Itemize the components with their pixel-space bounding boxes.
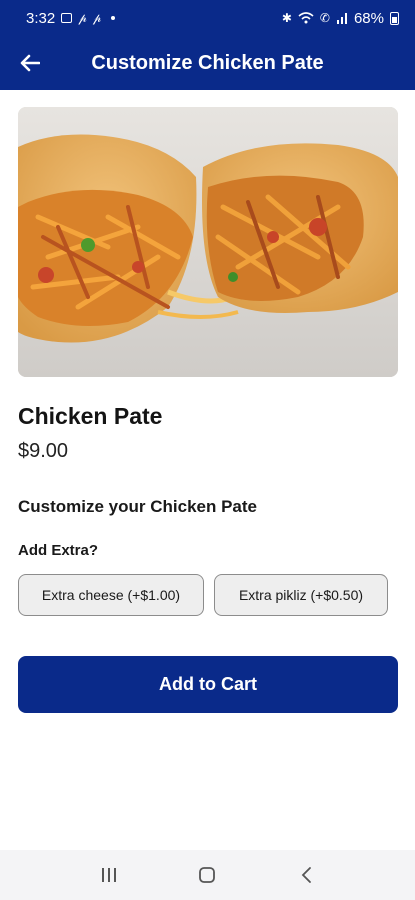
- status-bar: 3:32 𝓅 𝓅 ✱ ✆ 68%: [0, 0, 415, 36]
- pinterest-icon: 𝓅: [92, 11, 102, 25]
- notification-dot-icon: [111, 16, 116, 20]
- product-image: [18, 107, 398, 377]
- extra-pikliz-option[interactable]: Extra pikliz (+$0.50): [214, 574, 388, 616]
- system-nav-bar: [0, 850, 415, 900]
- add-extra-label: Add Extra?: [18, 542, 99, 559]
- pinterest-icon: 𝓅: [78, 11, 87, 25]
- gallery-icon: [61, 13, 73, 23]
- app-bar: Customize Chicken Pate: [0, 36, 415, 90]
- back-icon: [301, 867, 311, 883]
- system-back-button[interactable]: [286, 855, 326, 895]
- extra-cheese-option[interactable]: Extra cheese (+$1.00): [18, 574, 204, 616]
- customize-heading: Customize your Chicken Pate: [18, 497, 258, 516]
- status-left: 3:32 𝓅 𝓅: [26, 9, 116, 27]
- product-name: Chicken Pate: [18, 403, 163, 429]
- page-title: Customize Chicken Pate: [91, 51, 324, 74]
- recent-apps-icon: [102, 868, 117, 882]
- bluetooth-icon: ✱: [281, 11, 292, 25]
- product-price: $9.00: [18, 440, 69, 462]
- add-to-cart-button[interactable]: Add to Cart: [18, 656, 398, 713]
- status-right: ✱ ✆ 68%: [282, 10, 399, 27]
- battery-icon: [390, 11, 399, 25]
- status-time: 3:32: [26, 9, 56, 27]
- extra-options: Extra cheese (+$1.00) Extra pikliz (+$0.…: [18, 574, 388, 616]
- back-button[interactable]: [0, 36, 60, 90]
- home-icon: [199, 867, 216, 883]
- wifi-icon: [298, 12, 314, 24]
- signal-icon: [336, 13, 347, 24]
- home-button[interactable]: [187, 855, 227, 895]
- screen: 3:32 𝓅 𝓅 ✱ ✆ 68% Customize Chicken Pate …: [0, 0, 415, 900]
- call-icon: ✆: [319, 11, 330, 25]
- battery-percent: 68%: [353, 9, 384, 27]
- recent-apps-button[interactable]: [89, 855, 129, 895]
- back-arrow-icon: [20, 54, 40, 72]
